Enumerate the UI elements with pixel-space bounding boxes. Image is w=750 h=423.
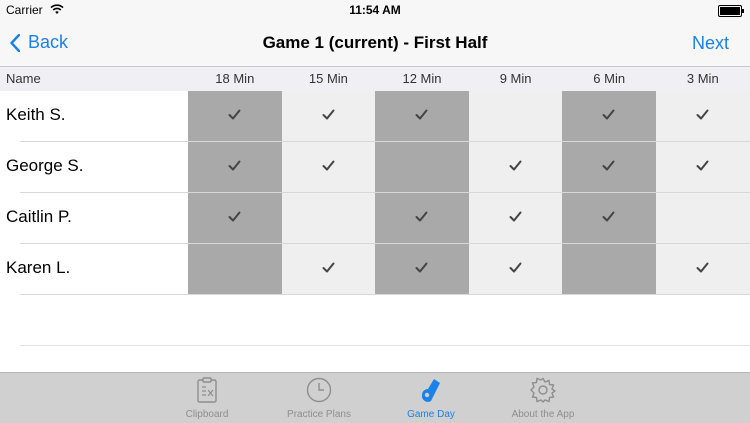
checkmark-icon bbox=[228, 160, 241, 171]
tab-clipboard[interactable]: Clipboard bbox=[160, 377, 254, 420]
navigation-bar: Back Game 1 (current) - First Half Next bbox=[0, 20, 750, 67]
rotation-cell[interactable] bbox=[281, 142, 376, 192]
rotation-cell[interactable] bbox=[375, 91, 469, 141]
whistle-icon bbox=[421, 379, 440, 402]
tab-game-day[interactable]: Game Day bbox=[384, 377, 478, 420]
rotation-cell[interactable] bbox=[562, 142, 656, 192]
column-header: 3 Min bbox=[686, 71, 719, 86]
checkmark-icon bbox=[322, 160, 335, 171]
rotation-cell[interactable] bbox=[281, 244, 376, 294]
checkmark-icon bbox=[509, 160, 522, 171]
rotation-cell[interactable] bbox=[281, 193, 376, 243]
checkmark-icon bbox=[415, 211, 428, 222]
clipboard-icon bbox=[197, 377, 217, 403]
rotation-cell[interactable] bbox=[656, 142, 750, 192]
table-row: Caitlin P. bbox=[0, 193, 750, 243]
column-header-row: Name 18 Min 15 Min 12 Min 9 Min 6 Min 3 … bbox=[0, 67, 750, 91]
checkmark-icon bbox=[509, 211, 522, 222]
rotation-cell[interactable] bbox=[656, 244, 750, 294]
name-column-header: Name bbox=[6, 71, 41, 86]
table-row: Keith S. bbox=[0, 91, 750, 141]
rotation-cell[interactable] bbox=[188, 244, 282, 294]
status-bar: Carrier 11:54 AM bbox=[0, 0, 750, 20]
player-name: Caitlin P. bbox=[6, 207, 72, 226]
column-header: 12 Min bbox=[402, 71, 442, 86]
clock-time: 11:54 AM bbox=[349, 3, 401, 17]
row-divider bbox=[20, 294, 750, 295]
rotation-cell[interactable] bbox=[562, 244, 656, 294]
player-name: Karen L. bbox=[6, 258, 71, 277]
checkmark-icon bbox=[509, 262, 522, 273]
table-row: Karen L. bbox=[0, 244, 750, 294]
player-name: George S. bbox=[6, 156, 84, 175]
rotation-cell[interactable] bbox=[188, 193, 282, 243]
rotation-cell[interactable] bbox=[562, 193, 656, 243]
checkmark-icon bbox=[322, 109, 335, 120]
rotation-cell[interactable] bbox=[188, 142, 282, 192]
tab-label: Clipboard bbox=[185, 409, 229, 420]
rotation-grid: Name 18 Min 15 Min 12 Min 9 Min 6 Min 3 … bbox=[0, 67, 750, 372]
tab-bar: Clipboard Practice Plans Game Day About … bbox=[0, 372, 750, 423]
rotation-cell[interactable] bbox=[468, 142, 563, 192]
tab-label: About the App bbox=[511, 409, 575, 420]
checkmark-icon bbox=[322, 262, 335, 273]
checkmark-icon bbox=[696, 109, 709, 120]
rotation-cell[interactable] bbox=[562, 91, 656, 141]
checkmark-icon bbox=[696, 160, 709, 171]
rotation-cell[interactable] bbox=[656, 193, 750, 243]
tab-label: Game Day bbox=[407, 409, 455, 420]
rotation-cell[interactable] bbox=[375, 193, 469, 243]
column-header: 18 Min bbox=[215, 71, 255, 86]
tab-practice-plans[interactable]: Practice Plans bbox=[272, 377, 366, 420]
rotation-cell[interactable] bbox=[468, 244, 563, 294]
column-header: 9 Min bbox=[499, 71, 532, 86]
checkmark-icon bbox=[602, 160, 615, 171]
checkmark-icon bbox=[415, 109, 428, 120]
rotation-cell[interactable] bbox=[656, 91, 750, 141]
page-title: Game 1 (current) - First Half bbox=[262, 33, 488, 52]
rotation-cell[interactable] bbox=[468, 193, 563, 243]
clock-icon bbox=[306, 377, 332, 403]
checkmark-icon bbox=[228, 211, 241, 222]
checkmark-icon bbox=[602, 109, 615, 120]
checkmark-icon bbox=[228, 109, 241, 120]
player-name: Keith S. bbox=[6, 105, 66, 124]
rotation-cell[interactable] bbox=[188, 91, 282, 141]
table-row: George S. bbox=[0, 142, 750, 192]
column-header: 6 Min bbox=[593, 71, 626, 86]
gear-icon bbox=[530, 377, 556, 403]
rotation-cell[interactable] bbox=[468, 91, 563, 141]
checkmark-icon bbox=[602, 211, 615, 222]
tab-label: Practice Plans bbox=[287, 409, 351, 420]
next-button[interactable]: Next bbox=[692, 33, 729, 54]
rotation-cell[interactable] bbox=[281, 91, 376, 141]
row-divider bbox=[20, 345, 750, 346]
checkmark-icon bbox=[415, 262, 428, 273]
column-header: 15 Min bbox=[308, 71, 348, 86]
tab-about-the-app[interactable]: About the App bbox=[496, 377, 590, 420]
rotation-cell[interactable] bbox=[375, 244, 469, 294]
checkmark-icon bbox=[696, 262, 709, 273]
rotation-cell[interactable] bbox=[375, 142, 469, 192]
battery-icon bbox=[718, 5, 744, 17]
